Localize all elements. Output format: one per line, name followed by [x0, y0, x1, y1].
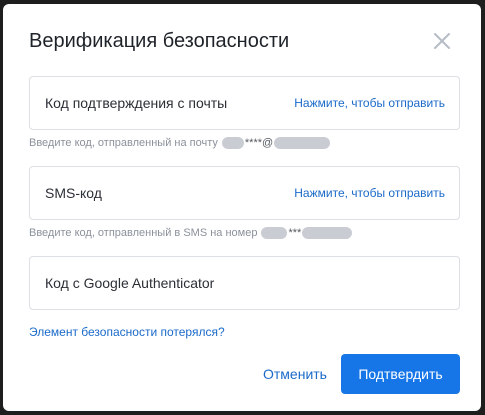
email-code-label: Код подтверждения с почты [45, 95, 228, 111]
security-verification-dialog: Верификация безопасности Код подтвержден… [3, 4, 481, 411]
email-hint-masked-middle: ****@ [244, 137, 274, 149]
close-button[interactable] [431, 30, 453, 52]
cancel-button[interactable]: Отменить [253, 354, 337, 394]
dialog-title: Верификация безопасности [29, 30, 290, 52]
sms-code-label: SMS-код [45, 185, 102, 201]
sms-code-hint: Введите код, отправленный в SMS на номер… [29, 227, 353, 239]
confirm-button[interactable]: Подтвердить [341, 354, 460, 394]
sms-send-code-link[interactable]: Нажмите, чтобы отправить [294, 186, 445, 200]
google-authenticator-field[interactable]: Код с Google Authenticator [29, 256, 460, 310]
email-code-field[interactable]: Код подтверждения с почты Нажмите, чтобы… [29, 76, 460, 130]
google-authenticator-label: Код с Google Authenticator [45, 275, 215, 291]
email-code-hint: Введите код, отправленный на почту ****@ [29, 137, 331, 149]
masked-phone-suffix [302, 227, 353, 239]
close-icon [434, 33, 450, 49]
masked-email-domain [274, 137, 331, 149]
sms-hint-text: Введите код, отправленный в SMS на номер [29, 227, 258, 239]
sms-code-field[interactable]: SMS-код Нажмите, чтобы отправить [29, 166, 460, 220]
sms-hint-masked-middle: *** [288, 227, 302, 239]
masked-phone-prefix [261, 227, 288, 239]
email-hint-text: Введите код, отправленный на почту [29, 137, 218, 149]
security-item-lost-link[interactable]: Элемент безопасности потерялся? [29, 325, 225, 339]
email-send-code-link[interactable]: Нажмите, чтобы отправить [294, 96, 445, 110]
masked-email-part [221, 137, 244, 149]
